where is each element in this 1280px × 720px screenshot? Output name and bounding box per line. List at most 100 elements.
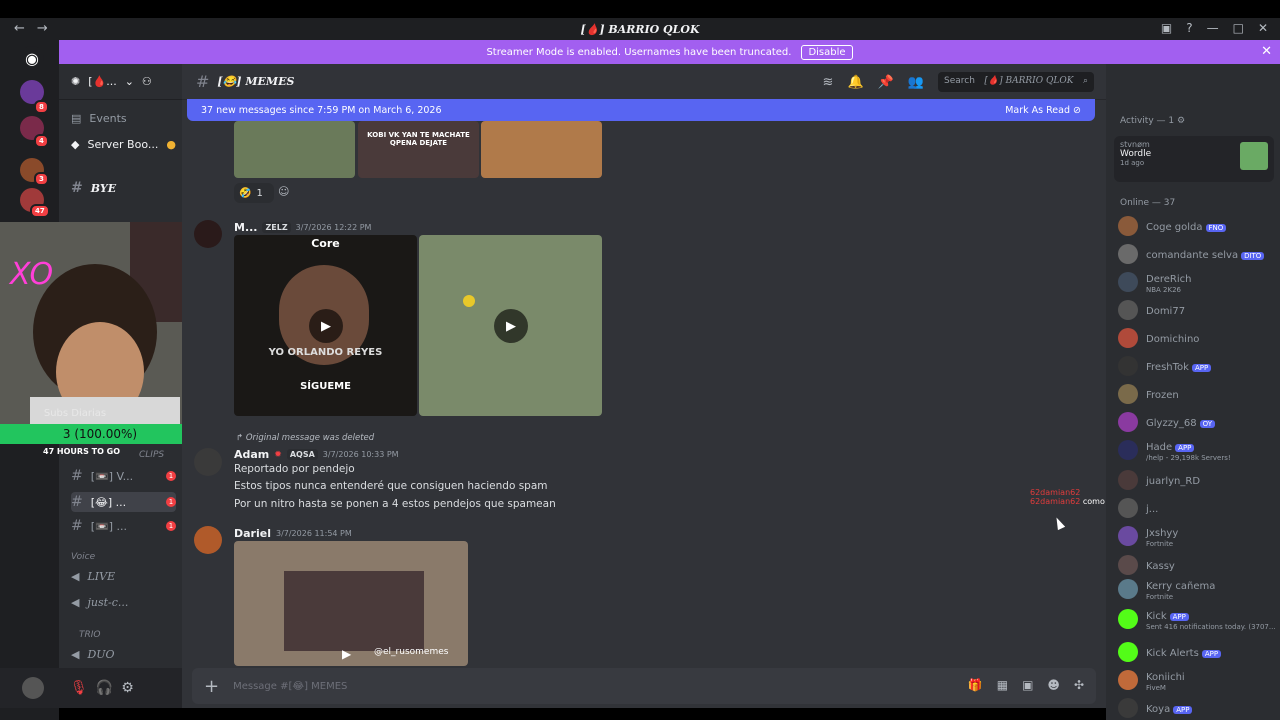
avatar[interactable] (1118, 328, 1138, 348)
play-icon[interactable]: ▶ (309, 309, 343, 343)
avatar[interactable] (194, 526, 222, 554)
member-item[interactable]: DereRich NBA 2K26 (1118, 268, 1280, 296)
video-attachment[interactable]: ▶ (419, 235, 602, 416)
channel-item[interactable]: # [📼] ... 1 (71, 518, 176, 534)
message-header: M... ZELZ 3/7/2026 12:22 PM (234, 221, 371, 234)
server-header[interactable]: ✺ [🩸... ⌄ ⚇ (59, 64, 182, 100)
avatar[interactable] (1118, 609, 1138, 629)
gear-icon[interactable]: ⚙ (1177, 116, 1185, 126)
image-attachment[interactable]: KOBI VK YAN TE MACHATE QPENA DEJATE (358, 121, 479, 178)
sticker-icon[interactable]: ▣ (1022, 678, 1033, 692)
avatar[interactable] (1118, 498, 1138, 518)
message-input[interactable]: Message #[😂] MEMES (233, 681, 347, 692)
close-icon[interactable]: ✕ (1261, 44, 1272, 59)
voice-channel[interactable]: ◀ LIVE (71, 570, 115, 583)
avatar[interactable] (1118, 216, 1138, 236)
member-tag: APP (1169, 612, 1189, 621)
avatar[interactable] (22, 677, 44, 699)
member-item[interactable]: Kick Alerts APP (1118, 638, 1280, 666)
avatar[interactable] (194, 448, 222, 476)
member-item[interactable]: Kerry cañema Fortnite (1118, 575, 1280, 603)
member-item[interactable]: Koya APP (1118, 694, 1280, 720)
maximize-button[interactable]: □ (1233, 21, 1244, 35)
avatar[interactable] (1118, 244, 1138, 264)
avatar[interactable] (1118, 670, 1138, 690)
member-item[interactable]: juarlyn_RD (1118, 466, 1280, 494)
channel-item[interactable]: # [📼] V... 1 (71, 468, 176, 484)
avatar[interactable] (1118, 412, 1138, 432)
message-composer[interactable]: + Message #[😂] MEMES 🎁 ▦ ▣ ☻ ✣ (192, 668, 1096, 704)
avatar[interactable] (1118, 555, 1138, 575)
close-window-button[interactable]: ✕ (1258, 21, 1268, 35)
avatar[interactable] (1118, 698, 1138, 718)
member-item[interactable]: Koniichi FiveM (1118, 666, 1280, 694)
member-item[interactable]: Kick APP Sent 416 notifications today. (37… (1118, 605, 1280, 633)
member-item[interactable]: Domichino (1118, 324, 1280, 352)
member-item[interactable]: j... (1118, 494, 1280, 522)
play-icon[interactable]: ▶ (494, 309, 528, 343)
member-item[interactable]: comandante selva DITO (1118, 240, 1280, 268)
reaction-pill[interactable]: 🤣 1 (234, 183, 274, 203)
boost-item[interactable]: ◆ Server Boo... ● (71, 138, 176, 151)
avatar[interactable] (1118, 642, 1138, 662)
voice-channel[interactable]: ◀ DUO (71, 648, 115, 661)
mark-as-read-button[interactable]: Mark As Read ⊘ (1005, 105, 1081, 116)
chevron-down-icon[interactable]: ⌄ (125, 75, 134, 88)
apps-icon[interactable]: ✣ (1074, 678, 1084, 692)
author-name[interactable]: M... (234, 221, 257, 234)
threads-icon[interactable]: ≋ (823, 75, 834, 90)
add-reaction-icon[interactable]: ☺ (278, 185, 289, 198)
member-item[interactable]: Glyzzy_68 OY (1118, 408, 1280, 436)
member-item[interactable]: Hade APP/help - 29,198k Servers! (1118, 436, 1280, 464)
channel-bye[interactable]: # BYE (71, 180, 116, 196)
member-item[interactable]: Jxshyy Fortnite (1118, 522, 1280, 550)
category-clips[interactable]: CLIPS (139, 450, 164, 460)
image-attachment[interactable] (481, 121, 602, 178)
disable-button[interactable]: Disable (801, 44, 853, 60)
category-voice[interactable]: Voice (71, 552, 95, 562)
events-item[interactable]: ▤ Events (71, 112, 127, 125)
play-icon[interactable]: ▶ (342, 647, 351, 661)
minimize-button[interactable]: — (1207, 21, 1219, 35)
member-item[interactable]: FreshTok APP (1118, 352, 1280, 380)
member-item[interactable]: Domi77 (1118, 296, 1280, 324)
avatar[interactable] (1118, 470, 1138, 490)
image-attachment[interactable] (234, 121, 355, 178)
video-attachment[interactable]: @el_rusomemes ▶ (234, 541, 468, 666)
add-member-icon[interactable]: ⚇ (142, 75, 152, 88)
avatar[interactable] (1118, 300, 1138, 320)
avatar[interactable] (1118, 384, 1138, 404)
headphones-icon[interactable]: 🎧 (96, 680, 113, 696)
new-messages-bar[interactable]: 37 new messages since 7:59 PM on March 6… (187, 99, 1095, 121)
avatar[interactable] (1118, 579, 1138, 599)
help-icon[interactable]: ? (1186, 21, 1192, 35)
plus-icon[interactable]: + (204, 676, 219, 697)
discord-icon[interactable]: ◉ (20, 46, 44, 70)
gift-icon[interactable]: 🎁 (968, 678, 983, 692)
avatar[interactable] (1118, 272, 1138, 292)
settings-gear-icon[interactable]: ⚙ (121, 680, 134, 696)
avatar[interactable] (1118, 526, 1138, 546)
member-name: DereRich (1146, 273, 1192, 285)
video-attachment[interactable]: Core YO ORLANDO REYES SÍGUEME ▶ (234, 235, 417, 416)
gear-icon[interactable]: ✺ (71, 75, 80, 88)
avatar[interactable] (194, 220, 222, 248)
category-trio[interactable]: TRIO (79, 630, 101, 640)
inbox-icon[interactable]: ▣ (1161, 21, 1172, 35)
channel-item-active[interactable]: # [😂] ... 1 (71, 492, 176, 512)
avatar[interactable] (1118, 440, 1138, 460)
author-name[interactable]: Adam (234, 448, 269, 461)
member-item[interactable]: Frozen (1118, 380, 1280, 408)
voice-channel[interactable]: ◀ just-c... (71, 596, 128, 609)
pin-icon[interactable]: 📌 (878, 75, 894, 90)
author-name[interactable]: Dariel (234, 527, 271, 540)
gif-icon[interactable]: ▦ (997, 678, 1008, 692)
search-input[interactable]: Search [🩸] BARRIO QLOK ⌕ (938, 72, 1094, 92)
activity-card[interactable]: stvnøm Wordle 1d ago (1114, 136, 1274, 182)
mic-muted-icon[interactable]: 🎙 (70, 680, 88, 696)
emoji-icon[interactable]: ☻ (1047, 678, 1060, 692)
bell-icon[interactable]: 🔔 (847, 75, 863, 90)
member-item[interactable]: Coge golda FNO (1118, 212, 1280, 240)
avatar[interactable] (1118, 356, 1138, 376)
members-icon[interactable]: 👥 (908, 75, 924, 90)
